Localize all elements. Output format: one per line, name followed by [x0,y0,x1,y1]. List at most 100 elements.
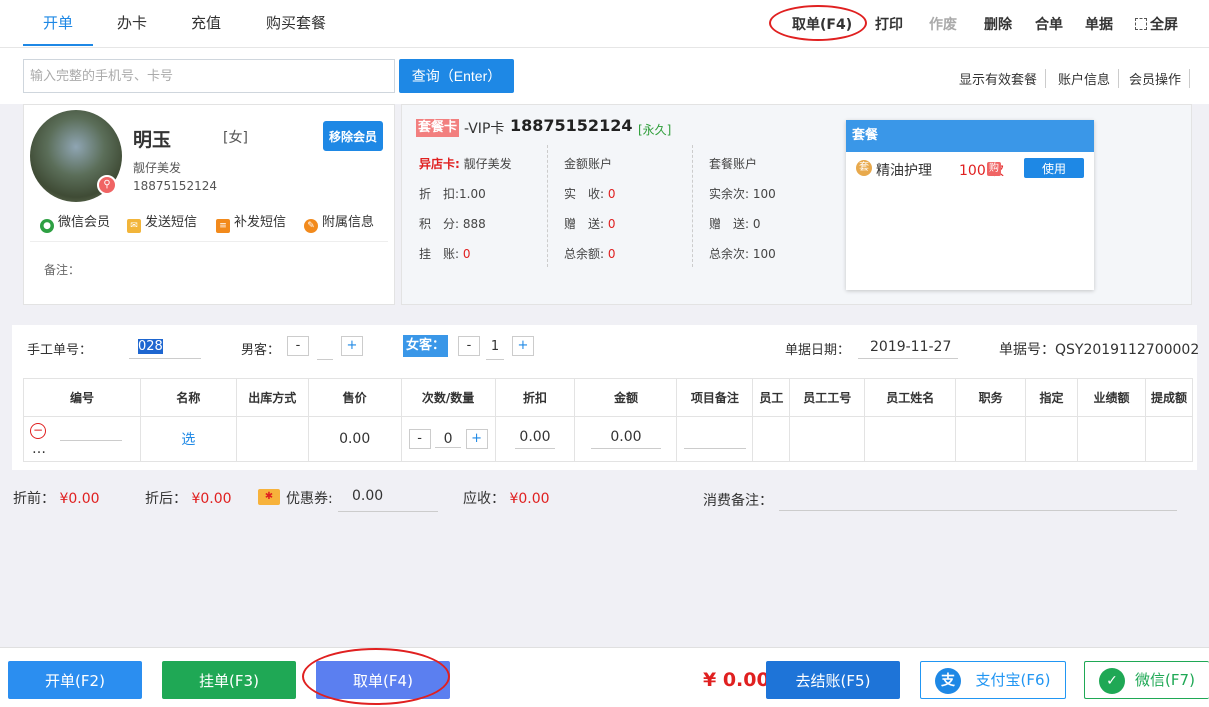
qty-input[interactable]: 0 [435,431,462,448]
discount-label: 折 扣: [419,187,460,201]
wechat-icon: ● [40,219,54,233]
price-value[interactable]: 0.00 [339,431,370,447]
resend-sms-action[interactable]: ≡ 补发短信 [216,211,286,233]
search-button[interactable]: 查询（Enter） [399,59,514,93]
select-item-link[interactable]: 选 [181,432,195,448]
attached-info-action[interactable]: ✎ 附属信息 [304,211,374,233]
received-label: 实 收: [564,187,605,201]
performance-cell[interactable] [1077,416,1146,462]
staff-no-cell[interactable] [789,416,866,462]
after-discount-value: ¥0.00 [191,491,232,507]
wechat-pay-label: 微信(F7) [1135,671,1195,689]
total-remain-value: 100 [752,247,776,261]
gift-row: 赠 送: 0 [564,215,616,232]
member-store: 靓仔美发 [133,161,182,175]
void-action[interactable]: 作废 [929,0,957,48]
column-header: 员工姓名 [864,378,957,417]
merge-action[interactable]: 合单 [1035,0,1063,48]
discount-row: 折 扣:1.00 [419,185,486,202]
designated-cell[interactable] [1025,416,1078,462]
column-header: 名称 [139,378,237,417]
gift-value: 0 [607,217,616,231]
remark-label: 备注： [44,263,81,277]
receivable-row: 应收： ¥0.00 [463,488,550,508]
column-header: 金额 [574,378,678,417]
search-badge-icon[interactable]: ⚲ [97,175,117,195]
top-bar: 开单 办卡 充值 购买套餐 取单(F4) 打印 作废 删除 合单 单据 全屏 [0,0,1209,48]
fullscreen-action[interactable]: 全屏 [1135,0,1178,48]
use-package-button[interactable]: 使用 [1024,158,1084,178]
dashed-divider [692,145,693,267]
attached-info-label: 附属信息 [322,215,375,230]
points-value: 888 [462,217,486,231]
manual-no-input[interactable]: 028 [129,335,201,359]
female-plus-button[interactable]: + [512,336,534,356]
points-row: 积 分: 888 [419,215,486,232]
delete-action[interactable]: 删除 [984,0,1012,48]
wechat-member-action[interactable]: ● 微信会员 [40,211,110,233]
tab-issue-card[interactable]: 办卡 [102,0,162,46]
show-valid-packages-link[interactable]: 显示有效套餐 [959,69,1047,88]
consume-remark-label: 消费备注： [703,493,773,509]
discount-input[interactable]: 0.00 [515,429,555,449]
envelope-icon: ✉ [127,219,141,233]
tab-recharge[interactable]: 充值 [176,0,236,46]
fullscreen-label: 全屏 [1150,17,1178,33]
amount-input[interactable]: 0.00 [590,429,661,449]
member-card: ⚲ 明玉 [女] 移除会员 靓仔美发 18875152124 ● 微信会员 ✉ 发送… [23,104,395,305]
more-button[interactable]: … [32,441,46,457]
qty-cell: - 0 + [400,416,496,462]
gift-label: 赠 送: [564,217,605,231]
tab-open-order[interactable]: 开单 [23,0,93,46]
male-plus-button[interactable]: + [341,336,363,356]
qty-minus-button[interactable]: - [408,429,431,449]
after-discount-label: 折后： [145,491,187,507]
female-minus-button[interactable]: - [458,336,480,356]
actual-remain-value: 100 [752,187,776,201]
send-sms-action[interactable]: ✉ 发送短信 [127,211,197,233]
commission-cell[interactable] [1144,416,1194,462]
print-action[interactable]: 打印 [875,0,903,48]
divider [30,241,388,242]
take-order-action[interactable]: 取单(F4) [792,0,852,48]
staff-cell[interactable] [752,416,791,462]
hold-order-button[interactable]: 挂单(F3) [162,661,296,699]
position-cell[interactable] [955,416,1027,462]
message-icon: ≡ [216,219,230,233]
wechat-pay-button[interactable]: ✓ 微信(F7) [1084,661,1209,699]
staff-name-cell[interactable] [864,416,957,462]
consume-remark-input[interactable] [779,510,1177,511]
gift-times-value: 0 [752,217,761,231]
alipay-icon: 支 [935,668,961,694]
alipay-button[interactable]: 支 支付宝(F6) [920,661,1066,699]
account-info-link[interactable]: 账户信息 [1058,69,1120,88]
before-discount-value: ¥0.00 [59,491,100,507]
checkout-button[interactable]: 去结账(F5) [766,661,900,699]
table-header-row: 编号 名称 出库方式 售价 次数/数量 折扣 金额 项目备注 员工 员工工号 员… [23,378,1194,417]
coupon-input[interactable]: 0.00 [338,480,438,512]
send-sms-label: 发送短信 [145,215,198,230]
card-type-badge: 套餐卡 [416,119,460,137]
female-label: 女客： [403,335,449,357]
member-operations-link[interactable]: 会员操作 [1129,69,1191,88]
package-icon: 套 [856,160,872,176]
open-order-button[interactable]: 开单(F2) [8,661,142,699]
search-input[interactable] [23,59,395,93]
package-header: 套餐 [846,120,1094,152]
card-number: 18875152124 [510,116,633,135]
female-count-input[interactable]: 1 [486,336,504,360]
column-header: 编号 [23,378,141,417]
tab-buy-package[interactable]: 购买套餐 [256,0,336,46]
outbound-cell[interactable] [235,416,309,462]
date-input[interactable]: 2019-11-27 [858,335,958,359]
code-input[interactable] [60,421,123,441]
qty-plus-button[interactable]: + [465,429,488,449]
male-minus-button[interactable]: - [287,336,309,356]
vip-label: -VIP卡 [464,121,505,137]
remove-member-button[interactable]: 移除会员 [323,121,383,151]
receipt-action[interactable]: 单据 [1085,0,1113,48]
item-remark-input[interactable] [683,429,746,449]
column-header: 次数/数量 [400,378,496,417]
male-count-input[interactable] [317,336,333,360]
remove-row-icon[interactable]: − [30,423,46,439]
